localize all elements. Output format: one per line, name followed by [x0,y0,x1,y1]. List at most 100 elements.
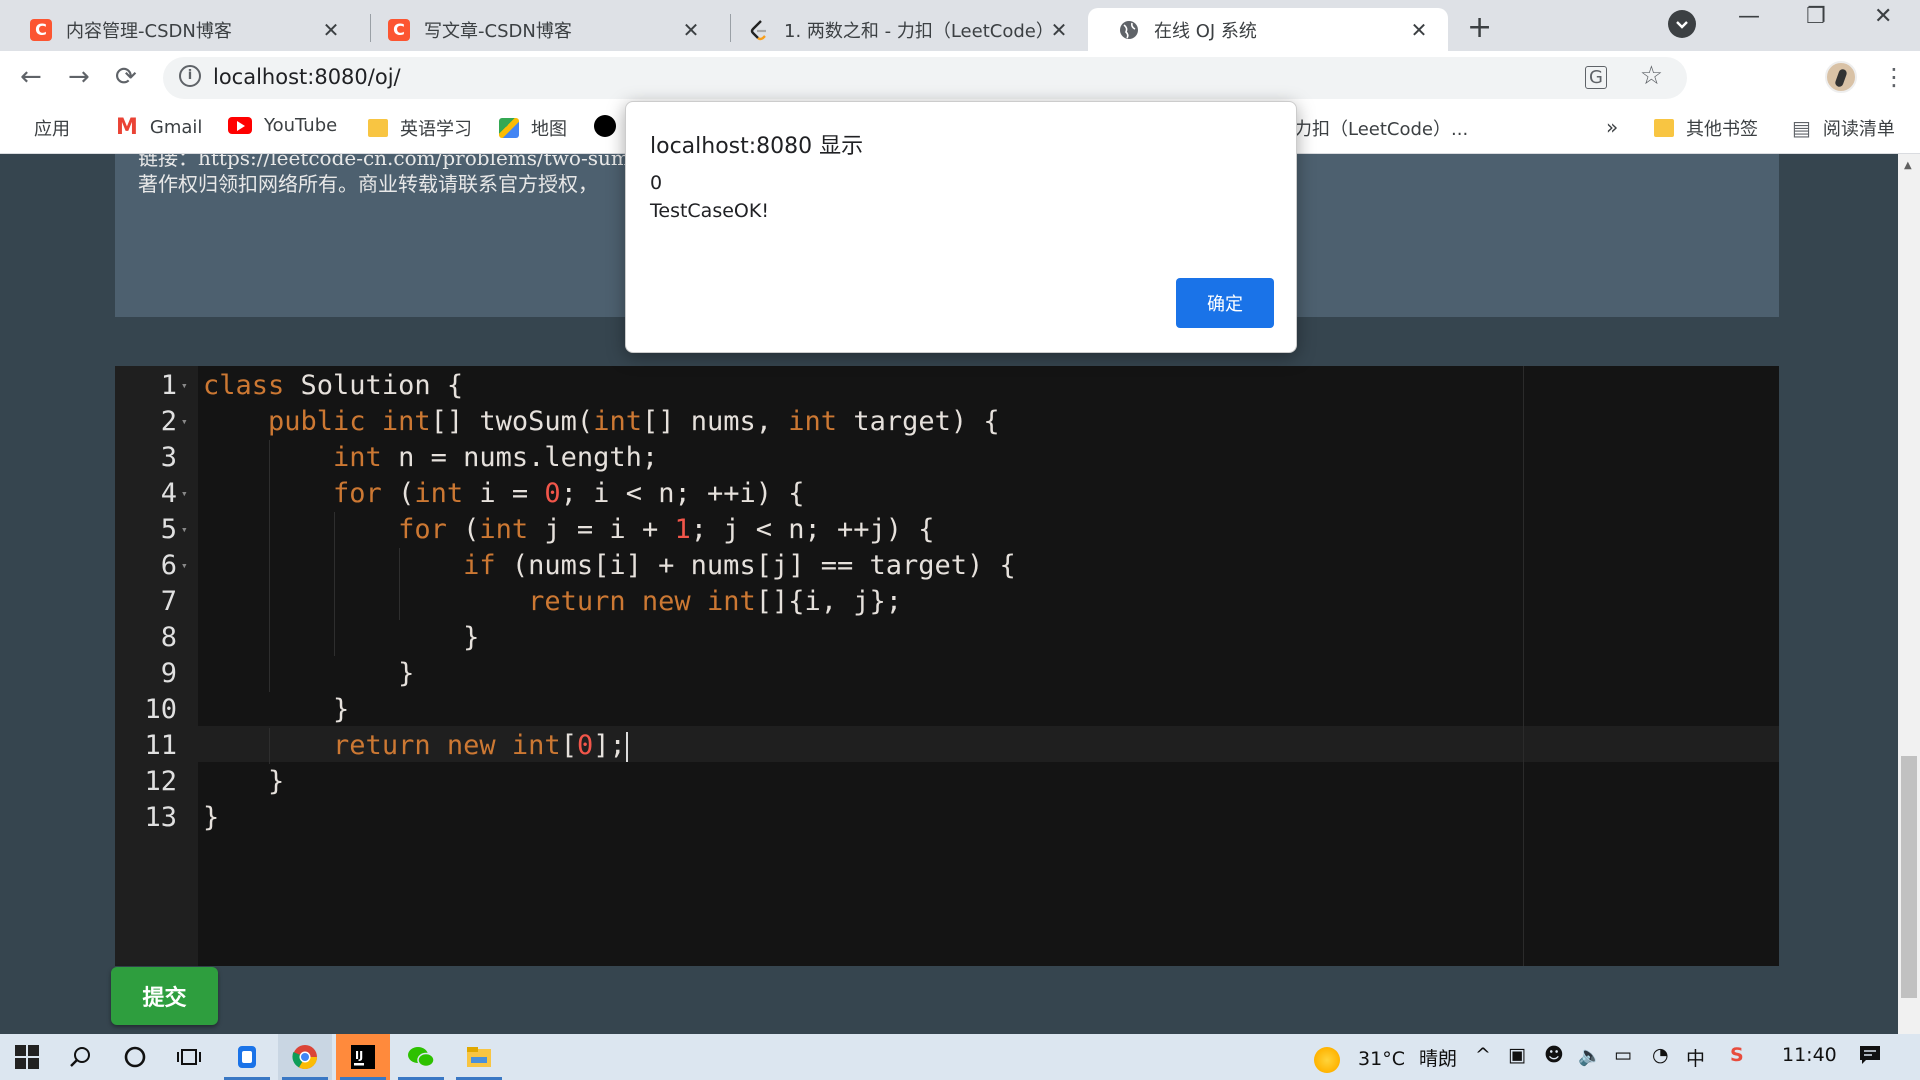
code-text: } [203,766,285,797]
bookmark-english-folder[interactable]: 英语学习 [368,115,472,141]
close-tab-icon[interactable]: ✕ [676,18,706,42]
close-window-icon[interactable]: ✕ [1874,4,1892,29]
tab-search-icon[interactable] [1668,10,1696,38]
code-text: } [203,802,220,833]
windows-taskbar: IJ 31°C 晴朗 ^ ▣ ☻ 🔈 ▭ ◔ 中 S 11:40 [0,1034,1920,1080]
fold-arrow-icon[interactable]: ▾ [181,476,188,512]
weather-widget[interactable]: 31°C 晴朗 [1314,1044,1457,1073]
qq-icon[interactable]: ☻ [1544,1044,1564,1066]
taskbar-app-explorer[interactable] [452,1034,506,1080]
code-line[interactable]: 8 } [115,620,1779,656]
bookmark-star-icon[interactable]: ☆ [1640,61,1663,91]
close-tab-icon[interactable]: ✕ [316,18,346,42]
tray-app-icon[interactable]: ▣ [1508,1044,1526,1066]
code-editor[interactable]: 1 ▾ class Solution {2 ▾ public int[] twoSum… [115,366,1779,966]
sogou-input-icon[interactable]: S [1730,1044,1744,1066]
bookmark-gmail[interactable]: M Gmail [116,115,202,140]
translate-icon[interactable]: G [1585,66,1607,89]
scrollbar-thumb[interactable] [1901,756,1917,998]
close-tab-icon[interactable]: ✕ [1044,18,1074,42]
tab-title: 1. 两数之和 - 力扣（LeetCode） [784,20,1044,42]
browser-menu-icon[interactable]: ⋮ [1882,63,1906,91]
dialog-title: localhost:8080 显示 [650,134,864,159]
scroll-up-arrow-icon[interactable]: ▲ [1904,160,1912,171]
line-number: 3 [160,442,177,473]
fold-arrow-icon[interactable]: ▾ [181,404,188,440]
wifi-icon[interactable]: ◔ [1652,1044,1669,1066]
notification-center-icon[interactable] [1858,1044,1882,1071]
fold-arrow-icon[interactable]: ▾ [181,548,188,584]
bookmark-leetcode[interactable]: 力扣（LeetCode）... [1294,115,1468,141]
tab-oj-system[interactable]: 在线 OJ 系统 ✕ [1088,8,1448,51]
code-line[interactable]: 3 int n = nums.length; [115,440,1779,476]
address-bar[interactable]: i localhost:8080/oj/ G ☆ [163,57,1687,99]
fold-arrow-icon[interactable]: ▾ [181,512,188,548]
submit-button[interactable]: 提交 [111,967,218,1025]
reading-list[interactable]: ▤ 阅读清单 [1792,115,1895,141]
bookmark-other-folder[interactable]: 其他书签 [1654,115,1758,141]
dialog-ok-button[interactable]: 确定 [1176,278,1274,328]
battery-icon[interactable]: ▭ [1614,1044,1632,1066]
tab-csdn-write[interactable]: C 写文章-CSDN博客 ✕ [358,8,720,51]
search-icon[interactable] [54,1034,108,1080]
restore-window-icon[interactable]: ❐ [1806,4,1826,29]
code-line[interactable]: 6 ▾ if (nums[i] + nums[j] == target) { [115,548,1779,584]
code-line[interactable]: 13} [115,800,1779,836]
tab-csdn-content[interactable]: C 内容管理-CSDN博客 ✕ [0,8,360,51]
tab-leetcode[interactable]: 1. 两数之和 - 力扣（LeetCode） ✕ [718,8,1088,51]
reload-icon[interactable]: ⟳ [115,62,137,92]
line-number: 9 [160,658,177,689]
line-number: 5 [160,514,177,545]
back-arrow-icon[interactable]: ← [20,62,42,92]
page-scrollbar[interactable]: ▲ [1898,154,1920,1034]
taskbar-app-wechat[interactable] [394,1034,448,1080]
line-number: 10 [144,694,177,725]
forward-arrow-icon[interactable]: → [68,62,90,92]
code-text: return new int[0]; [333,730,628,762]
bookmark-youtube[interactable]: YouTube [228,115,337,136]
close-tab-icon[interactable]: ✕ [1404,18,1434,42]
profile-avatar[interactable] [1825,61,1857,93]
line-number: 13 [144,802,177,833]
input-method-indicator[interactable]: 中 [1686,1044,1705,1071]
minimize-window-icon[interactable]: — [1738,4,1760,29]
clock[interactable]: 11:40 [1782,1044,1837,1066]
tab-title: 写文章-CSDN博客 [424,20,572,42]
dialog-message-line: 0 [650,172,663,194]
line-number: 6 [160,550,177,581]
github-icon [594,115,616,137]
code-line[interactable]: 12 } [115,764,1779,800]
code-line[interactable]: 11 return new int[0]; [115,728,1779,764]
bookmark-label: 其他书签 [1686,119,1758,140]
task-view-icon[interactable] [162,1034,216,1080]
show-hidden-icons-chevron-icon[interactable]: ^ [1475,1044,1491,1066]
code-text: } [203,694,350,725]
site-info-icon[interactable]: i [179,65,201,87]
address-url[interactable]: localhost:8080/oj/ [213,65,401,89]
taskbar-app-todo[interactable] [220,1034,274,1080]
bookmark-maps[interactable]: 地图 [499,115,567,141]
bookmark-apps[interactable]: 应用 [22,115,70,141]
bookmark-github[interactable] [594,115,628,137]
bookmark-label: Gmail [149,117,203,138]
code-line[interactable]: 2 ▾ public int[] twoSum(int[] nums, int t… [115,404,1779,440]
bookmarks-overflow-chevron-icon[interactable]: » [1606,115,1618,139]
problem-copyright-text: 著作权归领扣网络所有。商业转载请联系官方授权， [138,172,598,196]
line-number: 8 [160,622,177,653]
code-line[interactable]: 1 ▾ class Solution { [115,368,1779,404]
code-line[interactable]: 10 } [115,692,1779,728]
taskbar-app-intellij[interactable]: IJ [336,1034,390,1080]
code-line[interactable]: 4 ▾ for (int i = 0; i < n; ++i) { [115,476,1779,512]
new-tab-button[interactable]: + [1467,10,1492,45]
volume-icon[interactable]: 🔈 [1578,1044,1602,1067]
taskbar-app-chrome[interactable] [278,1034,332,1080]
line-number: 12 [144,766,177,797]
start-button[interactable] [0,1034,54,1080]
line-number: 2 [160,406,177,437]
code-text: class Solution { [203,370,464,401]
cortana-icon[interactable] [108,1034,162,1080]
fold-arrow-icon[interactable]: ▾ [181,368,188,404]
code-line[interactable]: 9 } [115,656,1779,692]
code-line[interactable]: 7 return new int[]{i, j}; [115,584,1779,620]
code-line[interactable]: 5 ▾ for (int j = i + 1; j < n; ++j) { [115,512,1779,548]
